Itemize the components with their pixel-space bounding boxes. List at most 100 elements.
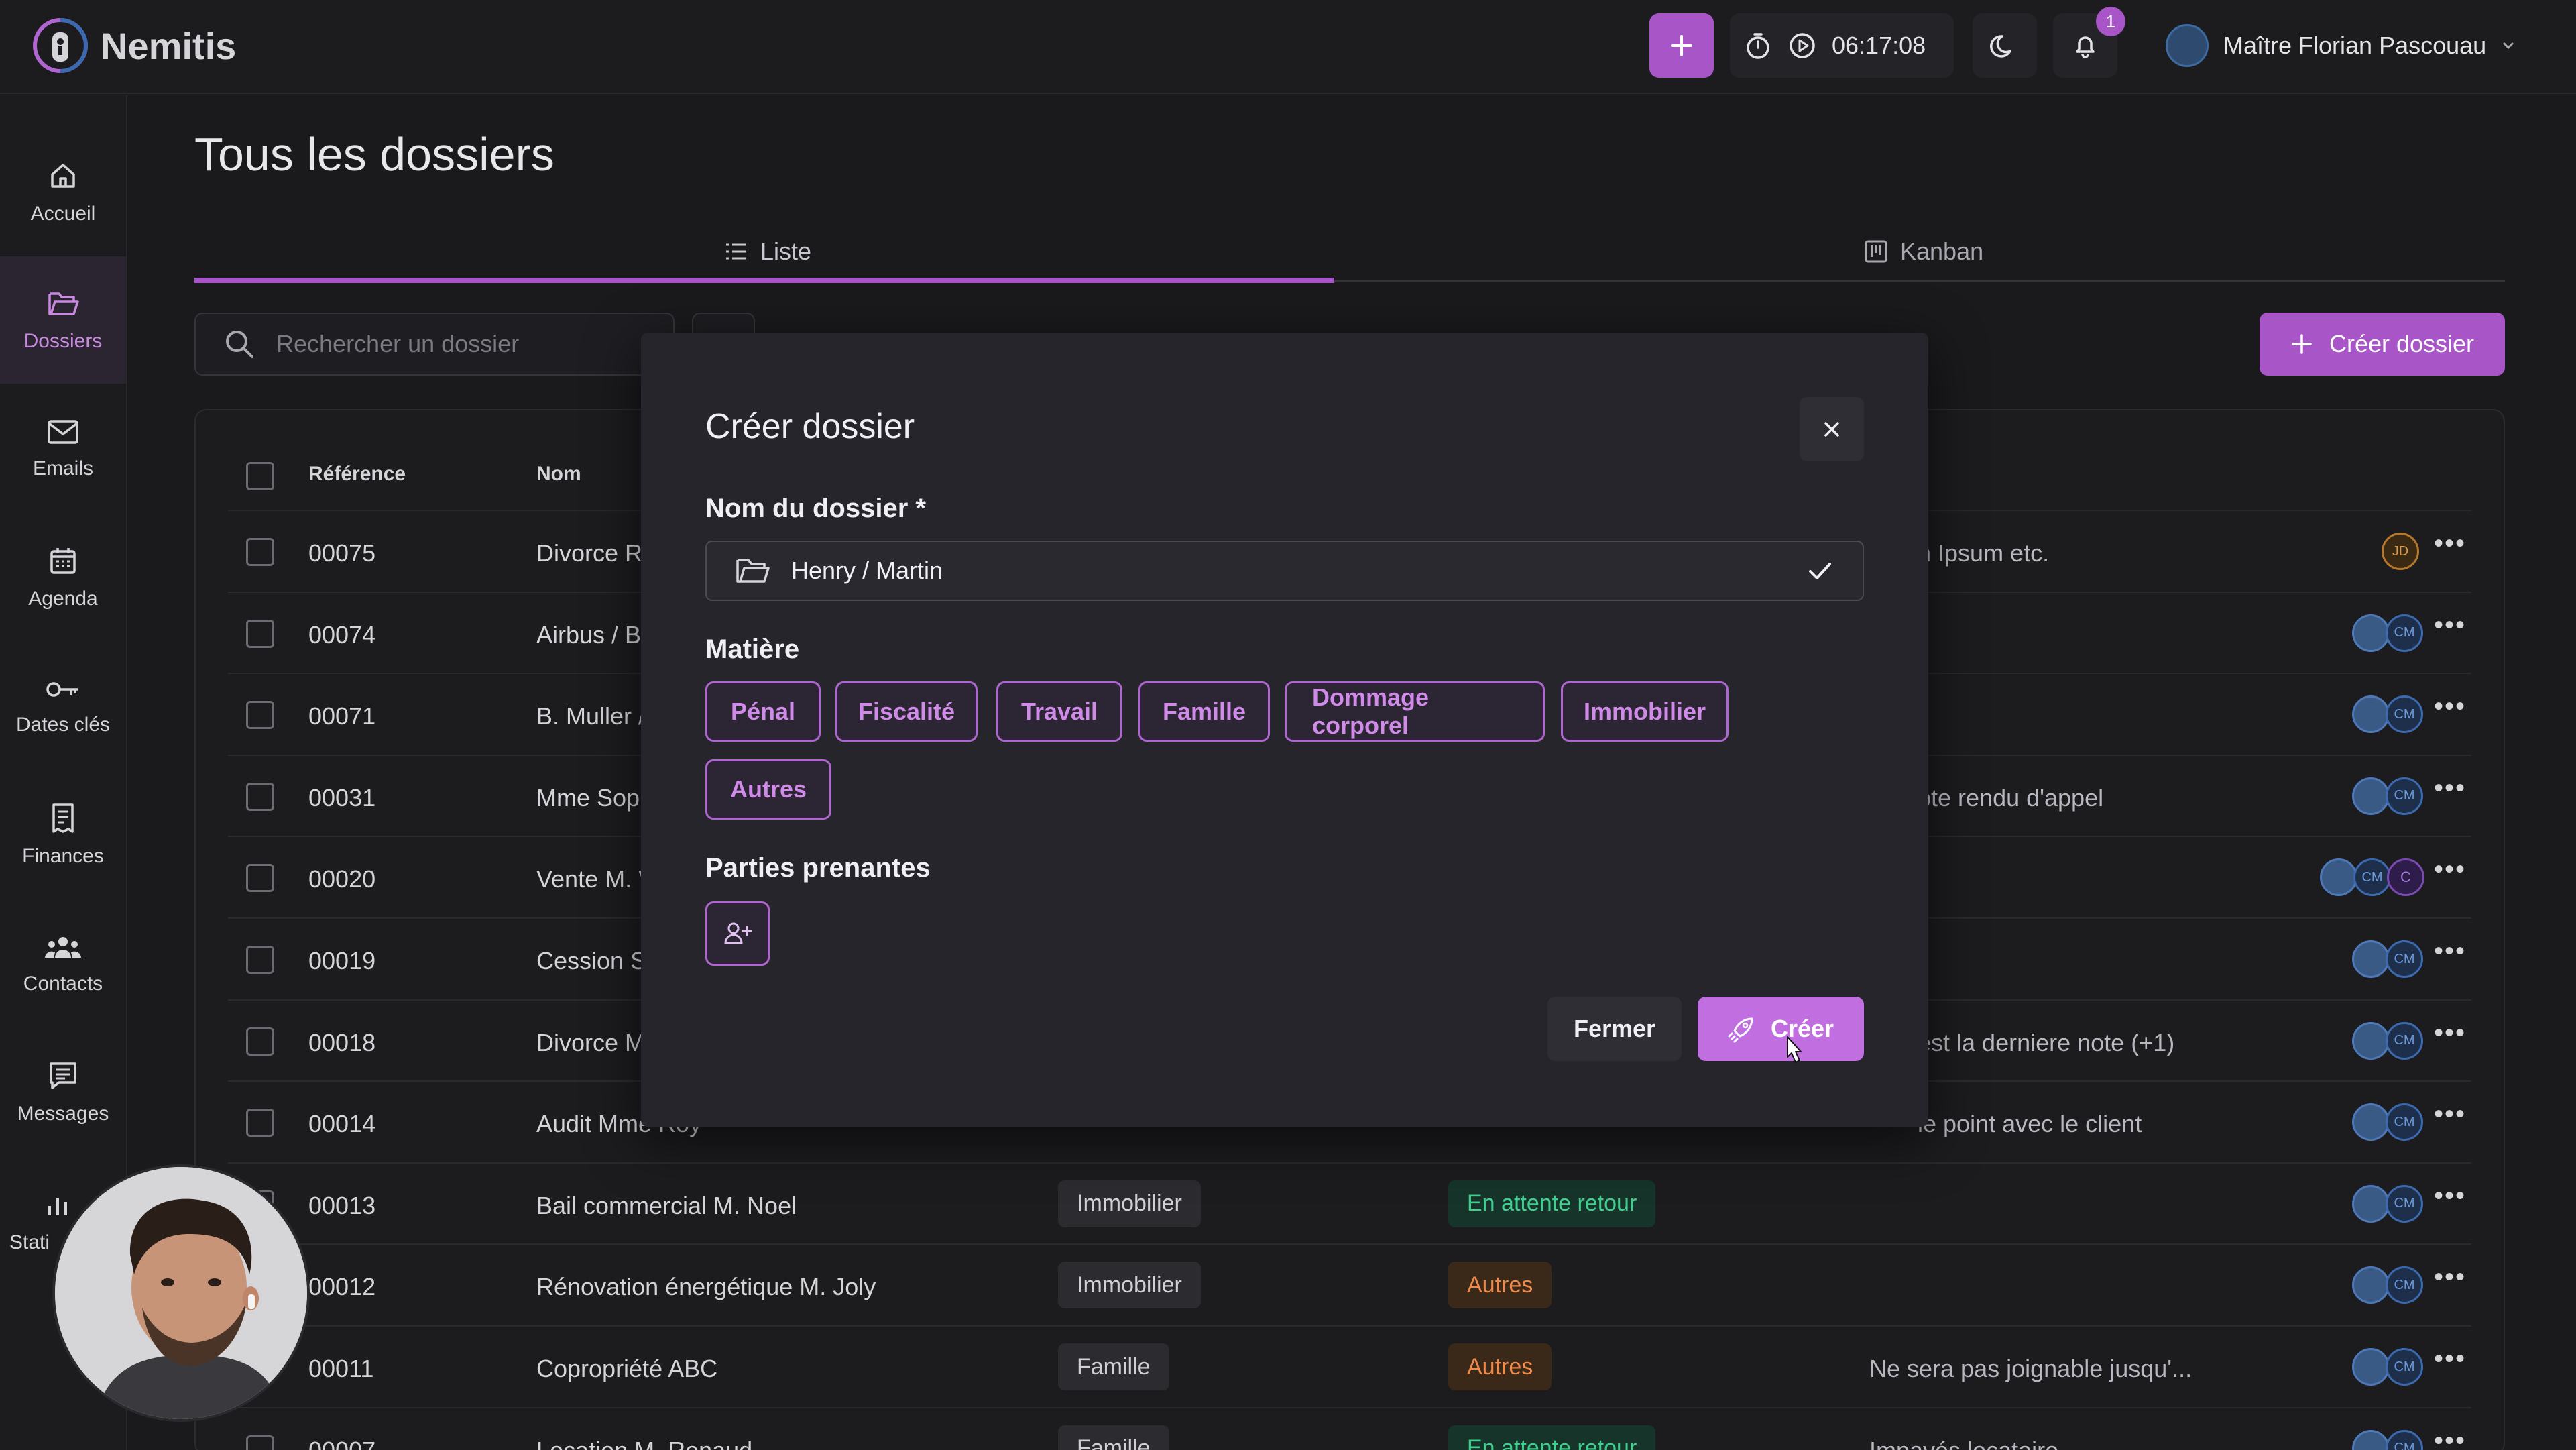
table-row[interactable]: 00012 Rénovation énergétique M. Joly Immob… bbox=[228, 1243, 2471, 1325]
row-checkbox[interactable] bbox=[246, 1027, 274, 1056]
play-icon[interactable] bbox=[1788, 31, 1817, 60]
row-name[interactable]: Vente M. V bbox=[536, 865, 654, 893]
name-label: Nom du dossier * bbox=[705, 494, 926, 523]
brand[interactable]: Nemitis bbox=[30, 15, 236, 76]
row-name[interactable]: Divorce Re bbox=[536, 539, 656, 567]
dossier-name-field[interactable] bbox=[705, 541, 1864, 601]
sidebar-item-agenda[interactable]: Agenda bbox=[0, 514, 126, 641]
row-name[interactable]: Airbus / Bo bbox=[536, 621, 654, 649]
matiere-chip-dommage-corporel[interactable]: Dommage corporel bbox=[1285, 681, 1545, 742]
status-badge: Autres bbox=[1448, 1262, 1552, 1309]
matiere-chip-travail[interactable]: Travail bbox=[996, 681, 1122, 742]
row-name[interactable]: Rénovation énergétique M. Joly bbox=[536, 1273, 876, 1301]
row-checkbox[interactable] bbox=[246, 782, 274, 811]
row-assignees[interactable]: CM bbox=[2352, 777, 2423, 815]
avatar: CM bbox=[2386, 695, 2423, 734]
row-more-icon[interactable]: ••• bbox=[2434, 936, 2466, 966]
row-name[interactable]: B. Muller / bbox=[536, 702, 645, 730]
sidebar-item-label: Messages bbox=[17, 1103, 109, 1125]
row-assignees[interactable]: CM bbox=[2352, 940, 2423, 978]
search-input[interactable] bbox=[276, 330, 625, 358]
sidebar-item-messages[interactable]: Messages bbox=[0, 1029, 126, 1156]
home-icon bbox=[51, 164, 75, 188]
search-box[interactable] bbox=[194, 313, 675, 376]
create-dossier-label: Créer dossier bbox=[2329, 330, 2475, 357]
row-name[interactable]: Mme Sopl bbox=[536, 784, 645, 812]
row-assignees[interactable]: JD bbox=[2382, 533, 2419, 570]
table-row[interactable]: 00007 Location M. Renaud Famille En attente… bbox=[228, 1406, 2471, 1450]
row-more-icon[interactable]: ••• bbox=[2434, 1018, 2466, 1048]
matiere-tag: Famille bbox=[1058, 1425, 1169, 1450]
row-more-icon[interactable]: ••• bbox=[2434, 1181, 2466, 1211]
sidebar-item-finances[interactable]: Finances bbox=[0, 771, 126, 899]
sidebar-item-emails[interactable]: Emails bbox=[0, 385, 126, 512]
row-more-icon[interactable]: ••• bbox=[2434, 691, 2466, 722]
matiere-tag: Immobilier bbox=[1058, 1262, 1201, 1309]
tab-kanban[interactable]: Kanban bbox=[1864, 221, 1983, 282]
page-title: Tous les dossiers bbox=[194, 128, 554, 180]
select-all-checkbox[interactable] bbox=[246, 462, 274, 490]
row-assignees[interactable]: CM bbox=[2352, 1103, 2423, 1141]
row-checkbox[interactable] bbox=[246, 946, 274, 974]
row-last-note: le point avec le client bbox=[1918, 1110, 2142, 1138]
bell-icon bbox=[2076, 36, 2095, 58]
row-name[interactable]: Bail commercial M. Noel bbox=[536, 1192, 797, 1220]
row-name[interactable]: Copropriété ABC bbox=[536, 1355, 717, 1383]
row-more-icon[interactable]: ••• bbox=[2434, 610, 2466, 640]
sidebar-item-dossiers[interactable]: Dossiers bbox=[0, 256, 126, 384]
user-menu[interactable]: Maître Florian Pascouau bbox=[2166, 24, 2516, 67]
row-reference: 00012 bbox=[308, 1273, 376, 1301]
fermer-button[interactable]: Fermer bbox=[1547, 997, 1682, 1061]
add-party-button[interactable] bbox=[705, 901, 770, 966]
row-assignees[interactable]: CM bbox=[2352, 614, 2423, 652]
notification-badge: 1 bbox=[2096, 7, 2125, 36]
row-checkbox[interactable] bbox=[246, 864, 274, 893]
sidebar-item-accueil[interactable]: Accueil bbox=[0, 129, 126, 256]
table-row[interactable]: 00013 Bail commercial M. Noel Immobilier En… bbox=[228, 1162, 2471, 1243]
row-more-icon[interactable]: ••• bbox=[2434, 1262, 2466, 1292]
row-checkbox[interactable] bbox=[246, 619, 274, 648]
status-badge: Autres bbox=[1448, 1343, 1552, 1390]
row-more-icon[interactable]: ••• bbox=[2434, 1426, 2466, 1450]
modal-close-button[interactable] bbox=[1800, 397, 1864, 461]
matiere-chip-penal[interactable]: Pénal bbox=[705, 681, 821, 742]
row-more-icon[interactable]: ••• bbox=[2434, 773, 2466, 803]
sidebar-item-label: Dossiers bbox=[23, 330, 103, 352]
sidebar-item-dates-cles[interactable]: Dates clés bbox=[0, 643, 126, 770]
matiere-chip-autres[interactable]: Autres bbox=[705, 759, 831, 820]
row-assignees[interactable]: CM bbox=[2352, 695, 2423, 734]
row-name[interactable]: Cession S bbox=[536, 947, 646, 975]
plus-icon bbox=[1671, 35, 1692, 56]
row-more-icon[interactable]: ••• bbox=[2434, 1099, 2466, 1129]
plus-icon bbox=[2292, 334, 2312, 354]
matiere-chip-immobilier[interactable]: Immobilier bbox=[1561, 681, 1729, 742]
row-reference: 00074 bbox=[308, 620, 376, 649]
row-more-icon[interactable]: ••• bbox=[2434, 854, 2466, 885]
table-row[interactable]: 00011 Copropriété ABC Famille Autres Ne sera… bbox=[228, 1325, 2471, 1406]
row-checkbox[interactable] bbox=[246, 538, 274, 566]
quick-add-button[interactable] bbox=[1649, 13, 1714, 78]
theme-toggle-button[interactable] bbox=[1973, 13, 2037, 78]
row-assignees[interactable]: CM bbox=[2352, 1348, 2423, 1386]
avatar: CM bbox=[2386, 614, 2423, 652]
row-name[interactable]: Divorce M bbox=[536, 1029, 645, 1057]
row-assignees[interactable]: CM bbox=[2352, 1266, 2423, 1304]
time-tracker[interactable]: 06:17:08 bbox=[1730, 13, 1954, 78]
dossier-name-input[interactable] bbox=[791, 557, 1730, 585]
row-more-icon[interactable]: ••• bbox=[2434, 528, 2466, 559]
row-checkbox[interactable] bbox=[246, 1109, 274, 1137]
nemitis-logo-icon bbox=[33, 18, 88, 73]
row-checkbox[interactable] bbox=[246, 701, 274, 730]
matiere-chip-fiscalite[interactable]: Fiscalité bbox=[835, 681, 978, 742]
sidebar-item-contacts[interactable]: Contacts bbox=[0, 900, 126, 1027]
row-checkbox[interactable] bbox=[246, 1435, 274, 1450]
row-more-icon[interactable]: ••• bbox=[2434, 1344, 2466, 1374]
row-assignees[interactable]: CM bbox=[2352, 1021, 2423, 1060]
row-assignees[interactable]: CM C bbox=[2320, 858, 2424, 897]
row-name[interactable]: Location M. Renaud bbox=[536, 1437, 752, 1450]
row-assignees[interactable]: CM bbox=[2352, 1184, 2423, 1223]
matiere-chip-famille[interactable]: Famille bbox=[1138, 681, 1270, 742]
tab-liste[interactable]: Liste bbox=[724, 221, 811, 282]
row-assignees[interactable]: CM bbox=[2352, 1429, 2423, 1450]
create-dossier-button[interactable]: Créer dossier bbox=[2260, 313, 2505, 376]
